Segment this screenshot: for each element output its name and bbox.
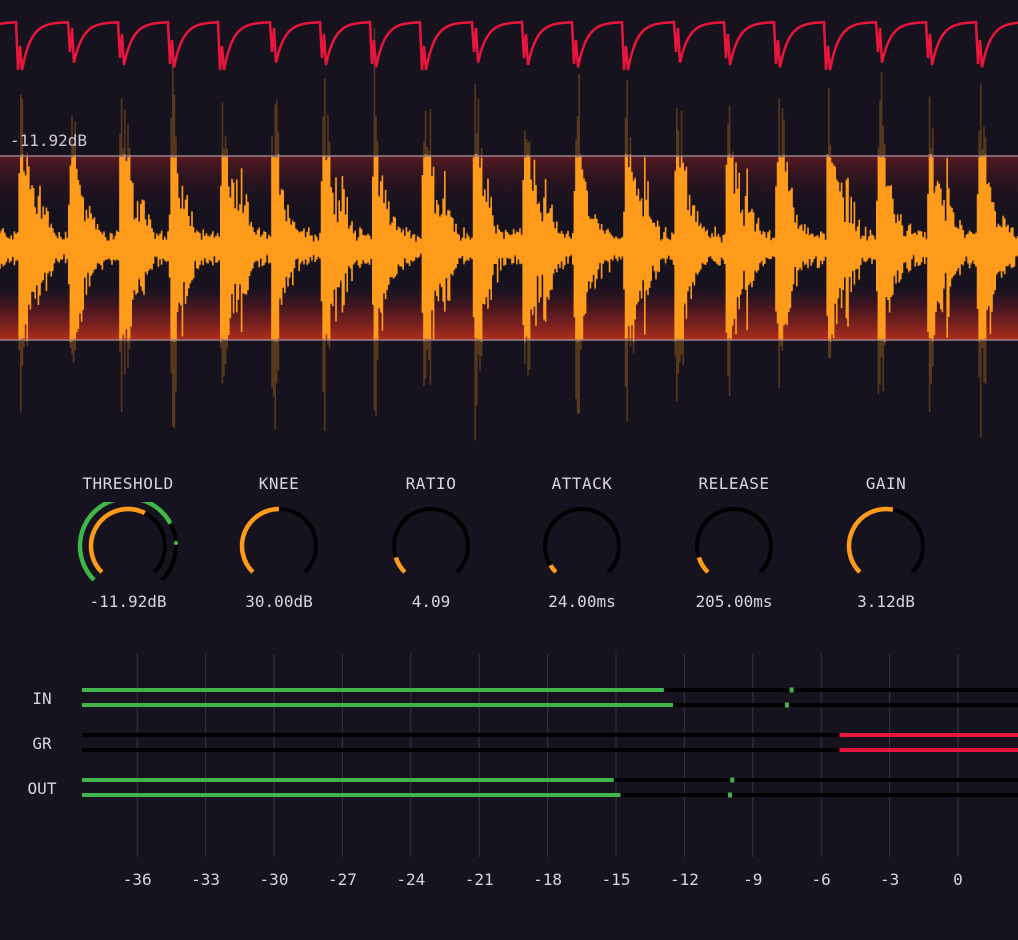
knob-value-arc bbox=[88, 506, 146, 574]
threshold-readout: -11.92dB bbox=[10, 131, 88, 150]
input-peak-dot bbox=[173, 540, 179, 546]
knob-value-arc bbox=[393, 556, 407, 574]
waveform-display[interactable]: -11.92dB bbox=[0, 0, 1018, 460]
knee-knob[interactable]: KNEE 30.00dB bbox=[214, 470, 344, 615]
meter-peak-marker bbox=[730, 777, 735, 783]
scale-tick-label: 0 bbox=[953, 870, 963, 889]
knee-value: 30.00dB bbox=[245, 592, 313, 611]
attack-dial-icon[interactable] bbox=[517, 502, 647, 588]
meter-label-out: OUT bbox=[27, 779, 57, 798]
meter-graph bbox=[82, 654, 1018, 857]
ratio-dial-icon[interactable] bbox=[366, 502, 496, 588]
level-meters: IN GR OUT -36 -33 -30 -27 -24 -21 -18 -15 -12 -9-… bbox=[0, 640, 1018, 940]
threshold-knob[interactable]: THRESHOLD -11.92dB bbox=[63, 470, 193, 615]
gain-label: GAIN bbox=[865, 474, 907, 493]
threshold-value: -11.92dB bbox=[89, 592, 167, 611]
scale-tick-label: -30 bbox=[259, 870, 289, 889]
release-label: RELEASE bbox=[698, 474, 770, 493]
attack-label: ATTACK bbox=[551, 474, 613, 493]
scale-tick-label: -24 bbox=[396, 870, 426, 889]
knob-track bbox=[543, 507, 621, 574]
gain-reduction-curve bbox=[0, 20, 1018, 71]
knob-value-arc bbox=[548, 564, 558, 574]
scale-tick-label: -33 bbox=[191, 870, 221, 889]
knob-track bbox=[695, 507, 773, 574]
scale-tick-label: -9 bbox=[743, 870, 763, 889]
compressor-plugin-window: -11.92dB THRESHOLD -11.92dB KNEE 30.00dB… bbox=[0, 0, 1018, 940]
scale-tick-label: -12 bbox=[669, 870, 699, 889]
ratio-knob[interactable]: RATIO 4.09 bbox=[366, 470, 496, 615]
scale-tick-label: -18 bbox=[533, 870, 563, 889]
gain-knob[interactable]: GAIN 3.12dB bbox=[821, 470, 951, 615]
release-value: 205.00ms bbox=[695, 592, 773, 611]
knee-label: KNEE bbox=[258, 474, 300, 493]
ratio-label: RATIO bbox=[405, 474, 457, 493]
threshold-band-top bbox=[0, 156, 1018, 216]
scale-tick-label: -36 bbox=[122, 870, 152, 889]
meter-grid bbox=[136, 654, 959, 857]
knob-value-arc bbox=[846, 506, 894, 574]
scale-tick-label: -6 bbox=[811, 870, 831, 889]
ratio-value: 4.09 bbox=[411, 592, 451, 611]
knee-dial-icon[interactable] bbox=[214, 502, 344, 588]
threshold-band-bottom bbox=[0, 280, 1018, 340]
meter-peak-marker bbox=[728, 792, 732, 798]
waveform-graph bbox=[0, 20, 1018, 441]
threshold-label: THRESHOLD bbox=[82, 474, 174, 493]
meter-label-gr: GR bbox=[32, 734, 52, 753]
knob-value-arc bbox=[239, 506, 280, 574]
gain-dial-icon[interactable] bbox=[821, 502, 951, 588]
meter-peak-marker bbox=[785, 702, 789, 708]
knob-track bbox=[392, 507, 470, 574]
threshold-dial-icon[interactable] bbox=[63, 502, 193, 588]
scale-tick-label: -27 bbox=[327, 870, 357, 889]
gain-value: 3.12dB bbox=[857, 592, 915, 611]
meter-peak-marker bbox=[789, 687, 794, 693]
scale-tick-label: -21 bbox=[464, 870, 494, 889]
attack-value: 24.00ms bbox=[548, 592, 616, 611]
scale-tick-label: -3 bbox=[879, 870, 900, 889]
meter-bars bbox=[82, 687, 1018, 798]
attack-knob[interactable]: ATTACK 24.00ms bbox=[517, 470, 647, 615]
knob-value-arc bbox=[696, 556, 710, 574]
release-dial-icon[interactable] bbox=[669, 502, 799, 588]
release-knob[interactable]: RELEASE 205.00ms bbox=[669, 470, 799, 615]
meter-label-in: IN bbox=[32, 689, 52, 708]
scale-tick-label: -15 bbox=[601, 870, 631, 889]
